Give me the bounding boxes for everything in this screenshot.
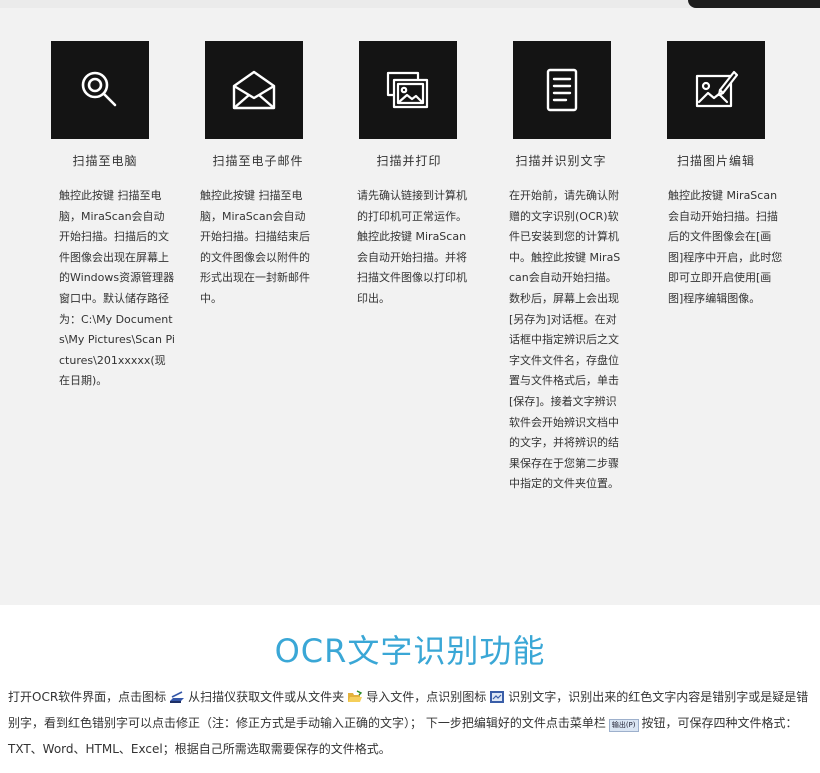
- feature-title: 扫描并打印: [376, 154, 442, 168]
- ocr-text: 导入文件，点识别图标: [366, 690, 487, 704]
- ocr-text: 打开OCR软件界面，点击图标: [8, 690, 167, 704]
- feature-title: 扫描至电子邮件: [212, 154, 304, 168]
- feature-title: 扫描至电脑: [72, 154, 138, 168]
- scanner-icon: [169, 690, 185, 704]
- image-edit-icon: [667, 41, 765, 139]
- feature-title: 扫描图片编辑: [676, 154, 755, 168]
- feature-description: 在开始前，请先确认附赠的文字识别(OCR)软件已安装到您的计算机中。触控此按键 …: [509, 189, 621, 491]
- feature-description: 触控此按键 扫描至电脑，MiraScan会自动开始扫描。扫描结束后的文件图像会以…: [200, 189, 310, 305]
- recognize-icon: [489, 690, 505, 704]
- feature-description: 触控此按键 扫描至电脑，MiraScan会自动开始扫描。扫描后的文件图像会出现在…: [59, 189, 175, 388]
- feature-description: 请先确认链接到计算机的打印机可正常运作。触控此按键 MiraScan会自动开始扫…: [357, 189, 467, 305]
- envelope-icon: [205, 41, 303, 139]
- feature-title: 扫描并识别文字: [515, 154, 607, 168]
- feature-list: 扫描至电脑 触控此按键 扫描至电脑，MiraScan会自动开始扫描。扫描后的文件…: [0, 0, 820, 605]
- ocr-section-title: OCR文字识别功能: [274, 632, 546, 670]
- print-pictures-icon: [359, 41, 457, 139]
- document-icon: [513, 41, 611, 139]
- open-folder-icon: [347, 690, 363, 704]
- search-icon: [51, 41, 149, 139]
- output-menu-button: 输出(P): [608, 719, 639, 732]
- feature-description: 触控此按键 MiraScan会自动开始扫描。扫描后的文件图像会在[画图]程序中开…: [668, 189, 783, 305]
- ocr-text: 从扫描仪获取文件或从文件夹: [188, 690, 345, 704]
- ocr-instructions: 打开OCR软件界面，点击图标 从扫描仪获取文件或从文件夹 导入文件，点识别图标 …: [8, 684, 813, 762]
